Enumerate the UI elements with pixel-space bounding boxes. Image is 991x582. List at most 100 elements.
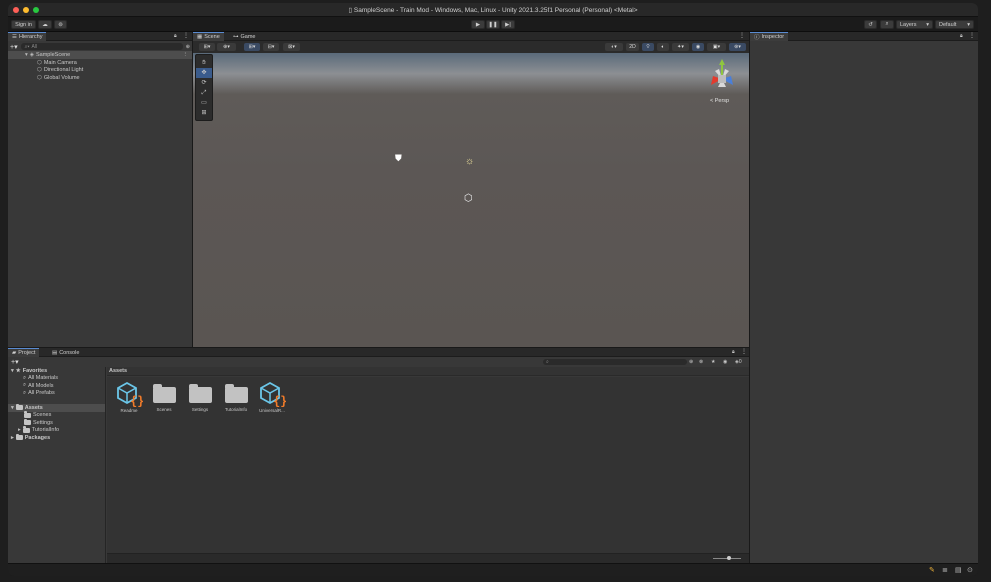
- draw-mode-button[interactable]: ⊞▾: [199, 43, 215, 51]
- layers-dropdown[interactable]: Layers ▾: [896, 20, 933, 29]
- effects-toggle-icon[interactable]: ✦▾: [672, 43, 689, 51]
- project-search-input[interactable]: ⌕: [543, 358, 687, 365]
- history-button[interactable]: ↺: [864, 20, 877, 29]
- step-button[interactable]: ▶|: [501, 20, 515, 29]
- tab-console[interactable]: ▤ Console: [48, 348, 83, 357]
- hidden-objects-icon[interactable]: ◉: [692, 43, 704, 51]
- volume-gizmo-icon[interactable]: ⬡: [464, 193, 473, 204]
- tree-assets[interactable]: ▾ Assets: [8, 403, 105, 412]
- create-icon[interactable]: +▾: [11, 358, 19, 366]
- folder-icon: [152, 384, 176, 403]
- expand-arrow-icon[interactable]: ▾: [11, 405, 14, 411]
- layout-dropdown[interactable]: Default ▾: [935, 20, 974, 29]
- expand-arrow-icon[interactable]: ▾: [25, 52, 28, 58]
- auto-refresh-icon[interactable]: ⊙: [967, 566, 973, 574]
- lock-icon[interactable]: 🔒︎: [174, 33, 177, 39]
- hierarchy-scene-row[interactable]: ▾ ◈ SampleScene ⋮: [8, 51, 192, 59]
- transform-tool-icon[interactable]: ⊞: [196, 108, 212, 118]
- asset-item-folder[interactable]: TutorialInfo: [219, 381, 253, 412]
- collapsed-arrow-icon[interactable]: ▸: [11, 435, 14, 441]
- lighting-toggle-icon[interactable]: 💡︎: [642, 43, 654, 51]
- snap-increment-button[interactable]: ⊟▾: [263, 43, 279, 51]
- asset-item-settings[interactable]: {} UniversalR...: [255, 381, 289, 413]
- icon-size-slider-handle[interactable]: [727, 556, 731, 560]
- lock-icon[interactable]: 🔒︎: [732, 349, 735, 355]
- lock-icon[interactable]: 🔒︎: [960, 33, 963, 39]
- tree-favorites[interactable]: ▾ ★ Favorites: [8, 367, 105, 375]
- move-tool-icon[interactable]: ✥: [196, 68, 212, 78]
- tree-favorite-item[interactable]: ⌕ All Prefabs: [8, 390, 105, 398]
- rotate-tool-icon[interactable]: ⟳: [196, 78, 212, 88]
- hierarchy-item[interactable]: ⬡ Main Camera: [8, 59, 192, 67]
- camera-settings-icon[interactable]: ▣▾: [707, 43, 726, 51]
- asset-item-folder[interactable]: Settings: [183, 381, 217, 412]
- hierarchy-search-input[interactable]: ⌕▾ All: [20, 43, 183, 50]
- pause-icon: ❚❚: [488, 21, 498, 28]
- gameobject-icon: ⬡: [37, 59, 42, 66]
- tab-hierarchy[interactable]: ☰ Hierarchy: [8, 32, 47, 41]
- render-mode-button[interactable]: ⊠▾: [283, 43, 300, 51]
- hidden-packages-icon[interactable]: ◉: [723, 359, 727, 365]
- hierarchy-panel: ☰ Hierarchy 🔒︎ ⋮ +▾ ⌕▾ All ⊕ ▾ ◈ SampleSce…: [8, 32, 192, 347]
- toggle-2d-button[interactable]: 2D: [626, 43, 639, 51]
- asset-item-readme[interactable]: {} Readme: [112, 381, 146, 413]
- orientation-gizmo[interactable]: [701, 57, 743, 97]
- label-filter-icon[interactable]: ⊗: [699, 359, 703, 365]
- tree-folder[interactable]: Scenes: [8, 411, 105, 420]
- panel-menu-icon[interactable]: ⋮: [183, 32, 189, 39]
- list-icon: ☰: [12, 34, 17, 40]
- favorite-star-icon[interactable]: ★: [711, 359, 715, 365]
- search-button[interactable]: ⌕: [880, 20, 894, 29]
- hierarchy-item[interactable]: ⬡ Directional Light: [8, 67, 192, 75]
- tab-game[interactable]: ⊶ Game: [229, 32, 259, 41]
- assets-breadcrumb[interactable]: Assets: [107, 367, 749, 376]
- panel-menu-icon[interactable]: ⋮: [969, 32, 975, 39]
- pause-button[interactable]: ❚❚: [486, 20, 500, 29]
- status-bar: ✎ ≣ ▤ ⊙: [8, 563, 978, 576]
- collab-button[interactable]: ⊚: [54, 20, 67, 29]
- scene-toolbar: ⊞▾ ⊕▾ ⊞▾ ⊟▾ ⊠▾ ◐▾ 2D 💡︎ 🔈︎ ✦▾ ◉ ▣▾ ⊛▾: [193, 41, 749, 53]
- tab-scene[interactable]: ▦ Scene: [193, 32, 224, 41]
- tab-inspector[interactable]: ⓘ Inspector: [750, 32, 789, 41]
- search-icon: ⌕: [23, 382, 27, 389]
- cloud-button[interactable]: ☁: [38, 20, 52, 29]
- tree-favorite-item[interactable]: ⌕ All Models: [8, 382, 105, 390]
- hand-tool-icon[interactable]: ✋︎: [196, 58, 212, 68]
- asset-item-folder[interactable]: Scenes: [147, 381, 181, 412]
- title-bar: ▯ SampleScene - Train Mod - Windows, Mac…: [8, 3, 978, 17]
- gizmo-pivot-button[interactable]: ⊕▾: [217, 43, 236, 51]
- scale-tool-icon[interactable]: ⤢: [196, 88, 212, 98]
- project-tree: ▾ ★ Favorites ⌕ All Materials ⌕ All Models ⌕…: [8, 367, 106, 563]
- hierarchy-item[interactable]: ⬡ Global Volume: [8, 74, 192, 82]
- tree-packages[interactable]: ▸ Packages: [8, 433, 105, 442]
- play-button[interactable]: ▶: [471, 20, 485, 29]
- search-type-icon[interactable]: ⊕: [689, 359, 693, 365]
- grid-snap-button[interactable]: ⊞▾: [244, 43, 260, 51]
- collapsed-arrow-icon[interactable]: ▸: [18, 427, 21, 433]
- expand-arrow-icon[interactable]: ▾: [11, 368, 14, 374]
- folder-icon: [224, 384, 248, 403]
- tree-folder[interactable]: ▸ TutorialInfo: [8, 426, 105, 435]
- scene-viewport[interactable]: ✋︎ ✥ ⟳ ⤢ ▭ ⊞ < Persp ⛊ ☼ ⬡: [193, 53, 749, 347]
- panel-menu-icon[interactable]: ⋮: [739, 32, 745, 39]
- scene-tabbar: ▦ Scene ⊶ Game ⋮: [193, 32, 749, 41]
- bake-progress-icon[interactable]: ✎: [929, 566, 935, 574]
- camera-gizmo-icon[interactable]: ⛊: [395, 153, 402, 164]
- sign-in-button[interactable]: Sign in: [11, 20, 36, 29]
- cloud-icon: ☁: [42, 21, 48, 28]
- database-icon[interactable]: ≣: [942, 566, 948, 574]
- shading-mode-button[interactable]: ◐▾: [605, 43, 623, 51]
- panel-menu-icon[interactable]: ⋮: [741, 348, 747, 355]
- rect-tool-icon[interactable]: ▭: [196, 98, 212, 108]
- tab-project[interactable]: ▰ Project: [8, 348, 40, 357]
- tree-favorite-item[interactable]: ⌕ All Materials: [8, 375, 105, 383]
- inspector-panel: ⓘ Inspector 🔒︎ ⋮: [750, 32, 978, 563]
- add-icon[interactable]: +▾: [10, 43, 18, 51]
- gizmos-toggle-icon[interactable]: ⊛▾: [729, 43, 746, 51]
- search-options-icon[interactable]: ⊕: [186, 44, 190, 50]
- perspective-label[interactable]: < Persp: [710, 98, 729, 104]
- audio-toggle-icon[interactable]: 🔈︎: [657, 43, 669, 51]
- light-gizmo-icon[interactable]: ☼: [465, 156, 474, 167]
- scene-menu-icon[interactable]: ⋮: [183, 52, 189, 58]
- cache-server-icon[interactable]: ▤: [955, 566, 962, 574]
